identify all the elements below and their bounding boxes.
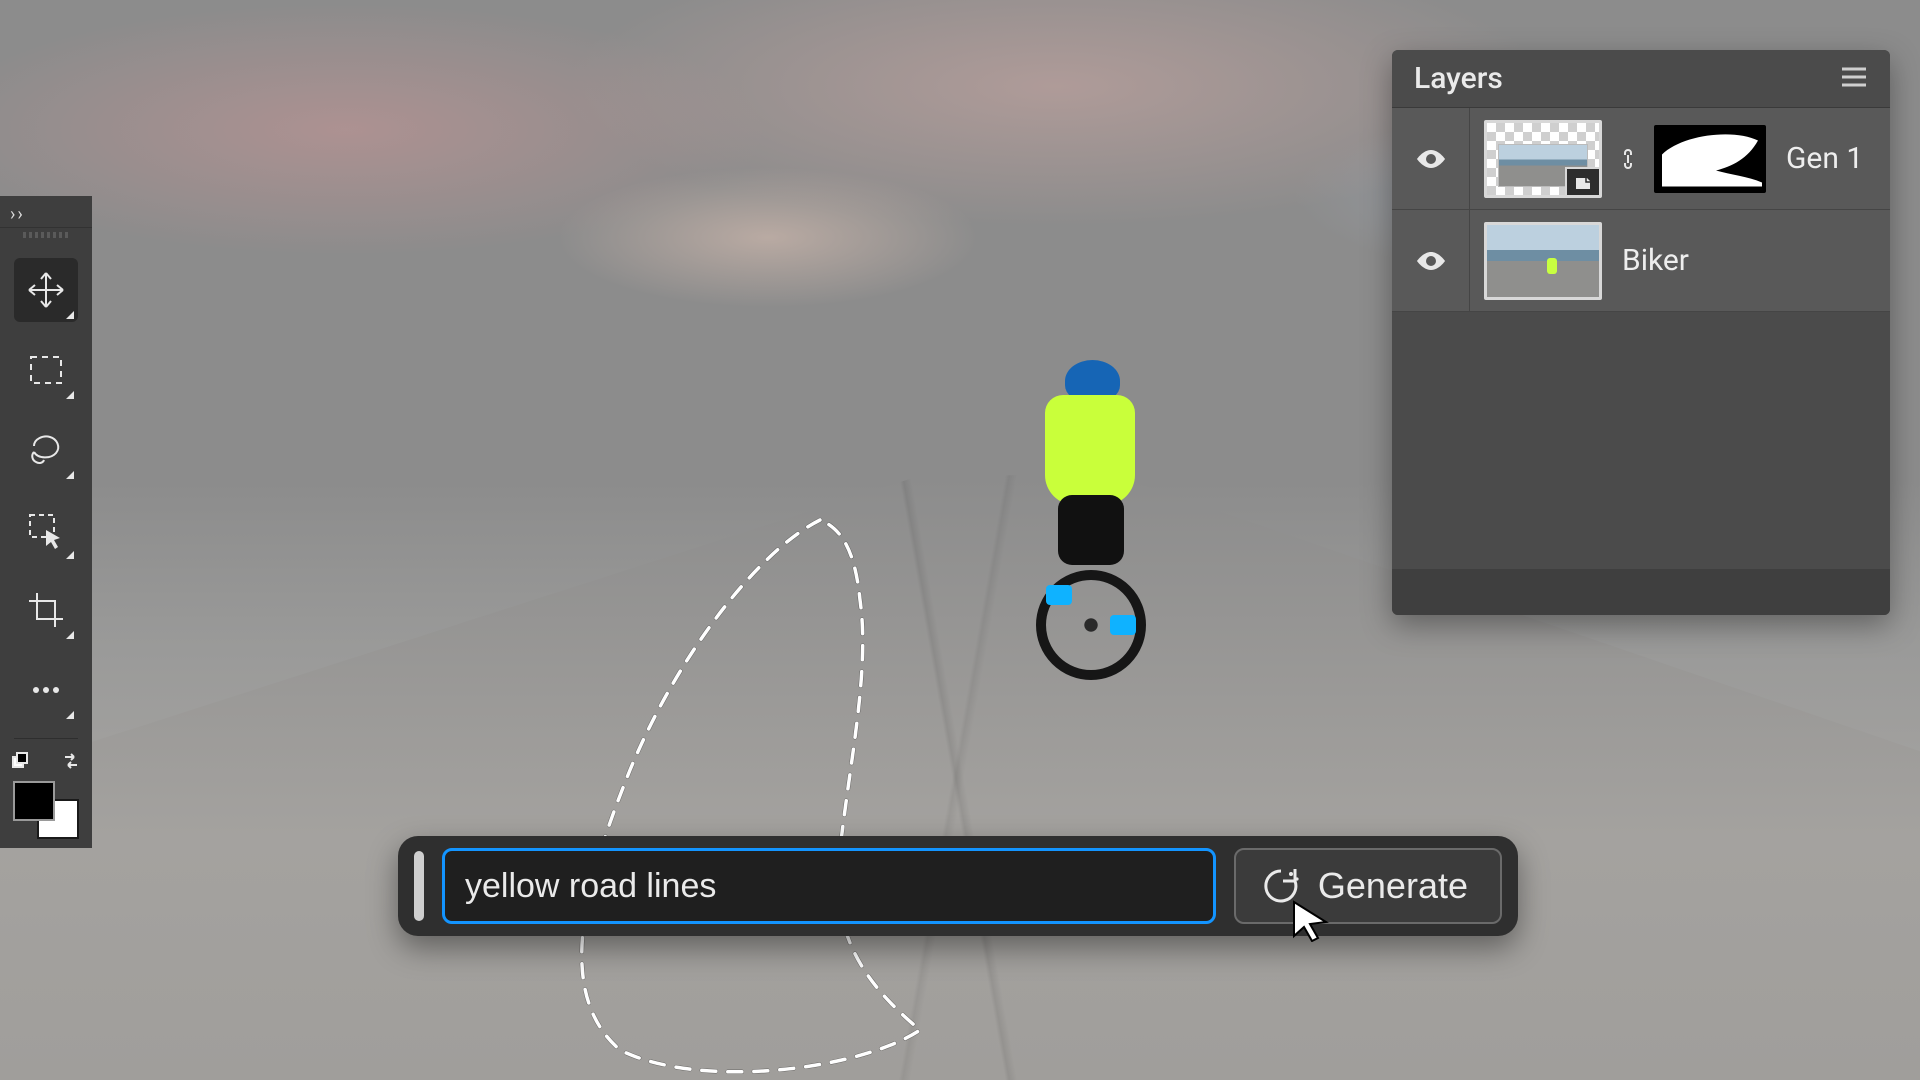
swap-colors-button[interactable] [61, 751, 81, 775]
eye-icon [1414, 244, 1448, 278]
layers-panel-header: Layers [1392, 50, 1890, 108]
bar-drag-handle[interactable] [414, 851, 424, 921]
smart-object-icon [1565, 167, 1601, 197]
layers-panel-footer [1392, 569, 1890, 615]
collapse-panels-button[interactable]: ›› [0, 202, 92, 228]
prompt-input[interactable] [442, 848, 1216, 924]
crop-icon [26, 590, 66, 630]
color-swatches[interactable] [13, 781, 79, 839]
generate-button[interactable]: Generate [1234, 848, 1502, 924]
toolstrip: ›› [0, 196, 92, 848]
eye-icon [1414, 142, 1448, 176]
layers-empty-area[interactable] [1392, 312, 1890, 569]
layer-mask-thumbnail[interactable] [1654, 125, 1766, 193]
move-tool[interactable] [14, 258, 78, 322]
toolstrip-grip[interactable] [0, 228, 92, 242]
layers-panel-menu-button[interactable] [1840, 61, 1868, 96]
move-icon [26, 270, 66, 310]
cyclist-figure [1010, 355, 1170, 685]
generate-button-label: Generate [1318, 865, 1468, 907]
toolstrip-separator [14, 738, 78, 739]
layer-mask-link[interactable] [1616, 147, 1640, 171]
layer-row[interactable]: Gen 1 [1392, 108, 1890, 210]
layer-name-label[interactable]: Gen 1 [1780, 141, 1863, 176]
hamburger-icon [1840, 66, 1868, 88]
foreground-color-swatch[interactable] [13, 781, 55, 821]
layers-panel-title: Layers [1414, 61, 1503, 96]
more-tools-button[interactable] [14, 658, 78, 722]
lasso-icon [26, 430, 66, 470]
default-colors-button[interactable] [11, 751, 31, 775]
layer-row[interactable]: Biker [1392, 210, 1890, 312]
ellipsis-icon [26, 670, 66, 710]
generative-fill-bar: Generate [398, 836, 1518, 936]
layer-visibility-toggle[interactable] [1392, 210, 1470, 311]
object-select-icon [26, 510, 66, 550]
layers-panel: Layers Gen 1 [1392, 50, 1890, 615]
object-select-tool[interactable] [14, 498, 78, 562]
marquee-icon [26, 350, 66, 390]
lasso-tool[interactable] [14, 418, 78, 482]
marquee-tool[interactable] [14, 338, 78, 402]
layer-thumbnail[interactable] [1484, 120, 1602, 198]
link-icon [1618, 147, 1638, 171]
layer-name-label[interactable]: Biker [1616, 243, 1689, 278]
layer-thumbnail[interactable] [1484, 222, 1602, 300]
layer-visibility-toggle[interactable] [1392, 108, 1470, 209]
crop-tool[interactable] [14, 578, 78, 642]
generate-icon [1260, 865, 1302, 907]
